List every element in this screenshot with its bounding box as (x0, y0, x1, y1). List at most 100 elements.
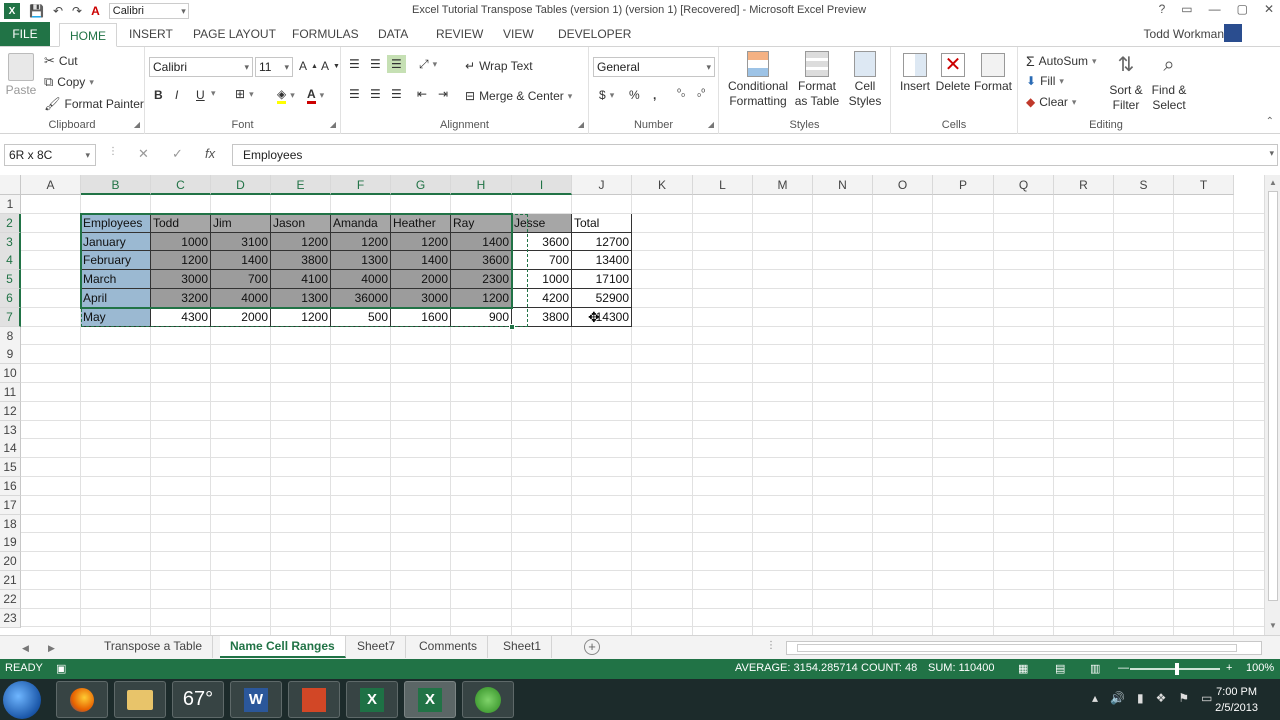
conditional-formatting-button[interactable]: Conditional Formatting (725, 51, 791, 109)
scroll-down-icon[interactable]: ▼ (1269, 621, 1277, 630)
undo-icon[interactable]: ↶ (53, 4, 63, 18)
dropbox-icon[interactable]: ❖ (1156, 691, 1167, 705)
table-cell[interactable]: 52900 (572, 289, 632, 308)
table-cell[interactable]: May (81, 307, 151, 327)
tab-formulas[interactable]: FORMULAS (292, 22, 359, 46)
help-icon[interactable]: ? (1159, 2, 1166, 16)
row-header[interactable]: 19 (0, 533, 21, 553)
fill-handle[interactable] (509, 323, 515, 330)
select-all-corner[interactable] (0, 175, 21, 195)
table-header-cell[interactable]: Jason (271, 213, 331, 233)
clear-button[interactable]: ◆ Clear ▾ (1026, 95, 1076, 109)
table-header-cell[interactable]: Ray (451, 213, 512, 233)
table-cell[interactable]: 1300 (271, 289, 331, 308)
bold-button[interactable]: B (154, 88, 163, 102)
table-cell[interactable]: 14300 (572, 307, 632, 327)
table-cell[interactable]: 1000 (512, 270, 572, 289)
column-header[interactable]: P (933, 175, 994, 195)
table-cell[interactable]: 3000 (391, 289, 451, 308)
table-cell[interactable]: 13400 (572, 251, 632, 271)
table-cell[interactable]: 3100 (211, 232, 271, 252)
zoom-slider-thumb[interactable] (1175, 663, 1179, 675)
column-header[interactable]: G (391, 175, 451, 195)
align-middle-icon[interactable]: ☰ (370, 57, 381, 71)
table-cell[interactable]: 2000 (211, 307, 271, 327)
column-header[interactable]: M (753, 175, 813, 195)
column-header[interactable]: I (512, 175, 572, 195)
row-header[interactable]: 1 (0, 195, 21, 214)
tab-page-layout[interactable]: PAGE LAYOUT (193, 22, 276, 46)
font-color-button[interactable]: A ▾ (307, 87, 324, 104)
table-cell[interactable]: 1400 (391, 251, 451, 271)
column-header[interactable]: O (873, 175, 933, 195)
find-select-button[interactable]: ⌕ Find & Select (1148, 51, 1190, 113)
table-cell[interactable]: 1400 (211, 251, 271, 271)
column-header[interactable]: R (1054, 175, 1114, 195)
number-format-select[interactable]: General ▾ (593, 57, 715, 77)
table-cell[interactable]: 4000 (331, 270, 391, 289)
row-header[interactable]: 4 (0, 251, 21, 271)
font-name-select[interactable]: Calibri ▾ (149, 57, 253, 77)
table-cell[interactable]: March (81, 270, 151, 289)
increase-decimal-icon[interactable]: ⁰₀ (677, 88, 685, 99)
next-sheet-icon[interactable]: ▶ (48, 643, 55, 654)
tab-insert[interactable]: INSERT (129, 22, 173, 46)
row-header[interactable]: 8 (0, 326, 21, 346)
table-cell[interactable]: 3800 (271, 251, 331, 271)
tab-split-icon[interactable]: ⋮ (766, 640, 776, 651)
cell-styles-button[interactable]: Cell Styles (845, 51, 885, 109)
table-cell[interactable]: 1000 (151, 232, 211, 252)
table-cell[interactable]: February (81, 251, 151, 271)
table-header-cell[interactable]: Amanda (331, 213, 391, 233)
redo-icon[interactable]: ↷ (72, 4, 82, 18)
row-header[interactable]: 23 (0, 608, 21, 628)
page-break-view-icon[interactable]: ▥ (1090, 662, 1100, 675)
dialog-launcher-icon[interactable]: ◢ (330, 120, 336, 129)
column-header[interactable]: D (211, 175, 271, 195)
autosum-button[interactable]: Σ AutoSum ▾ (1026, 53, 1097, 69)
scroll-up-icon[interactable]: ▲ (1269, 178, 1277, 187)
column-header[interactable]: L (693, 175, 753, 195)
tray-arrow-icon[interactable]: ▴ (1092, 691, 1098, 705)
increase-indent-icon[interactable]: ⇥ (438, 87, 448, 101)
row-header[interactable]: 11 (0, 383, 21, 402)
table-cell[interactable]: 4300 (151, 307, 211, 327)
row-header[interactable]: 6 (0, 289, 21, 308)
fill-button[interactable]: ⬇ Fill ▾ (1026, 74, 1064, 88)
table-cell[interactable]: 4000 (211, 289, 271, 308)
row-header[interactable]: 20 (0, 552, 21, 572)
vertical-scrollbar[interactable]: ▲ ▼ (1264, 175, 1280, 635)
table-cell[interactable]: 900 (451, 307, 512, 327)
expand-formula-icon[interactable]: ▾ (1269, 148, 1274, 159)
table-cell[interactable]: 1200 (391, 232, 451, 252)
underline-button[interactable]: U (196, 88, 205, 102)
table-header-cell[interactable]: Jim (211, 213, 271, 233)
grow-font-button[interactable]: A ▲ (299, 59, 318, 73)
column-header[interactable]: A (21, 175, 81, 195)
insert-function-icon[interactable]: fx (205, 146, 215, 161)
maximize-icon[interactable]: ▢ (1237, 2, 1248, 16)
column-header[interactable]: C (151, 175, 211, 195)
table-cell[interactable]: 1200 (151, 251, 211, 271)
row-header[interactable]: 15 (0, 458, 21, 478)
dialog-launcher-icon[interactable]: ◢ (708, 120, 714, 129)
tab-file[interactable]: FILE (0, 22, 50, 46)
orientation-icon[interactable]: ⤢ ▾ (419, 57, 437, 72)
table-header-cell[interactable]: Heather (391, 213, 451, 233)
system-clock[interactable]: 7:00 PM 2/5/2013 (1215, 684, 1258, 716)
fill-color-icon[interactable]: ◈ ▾ (277, 87, 295, 104)
close-icon[interactable]: ✕ (1264, 2, 1274, 16)
table-cell[interactable]: 1600 (391, 307, 451, 327)
horizontal-scrollbar[interactable] (786, 641, 1262, 655)
column-header[interactable]: S (1114, 175, 1174, 195)
row-header[interactable]: 22 (0, 589, 21, 609)
table-cell[interactable]: 4100 (271, 270, 331, 289)
display-icon[interactable]: ▭ (1201, 691, 1212, 705)
cut-button[interactable]: ✂ Cut (44, 53, 78, 69)
tab-view[interactable]: VIEW (503, 22, 534, 46)
row-header[interactable]: 3 (0, 232, 21, 252)
align-left-icon[interactable]: ☰ (349, 87, 360, 101)
table-cell[interactable]: 17100 (572, 270, 632, 289)
shrink-font-button[interactable]: A ▼ (321, 59, 340, 73)
table-cell[interactable]: 36000 (331, 289, 391, 308)
